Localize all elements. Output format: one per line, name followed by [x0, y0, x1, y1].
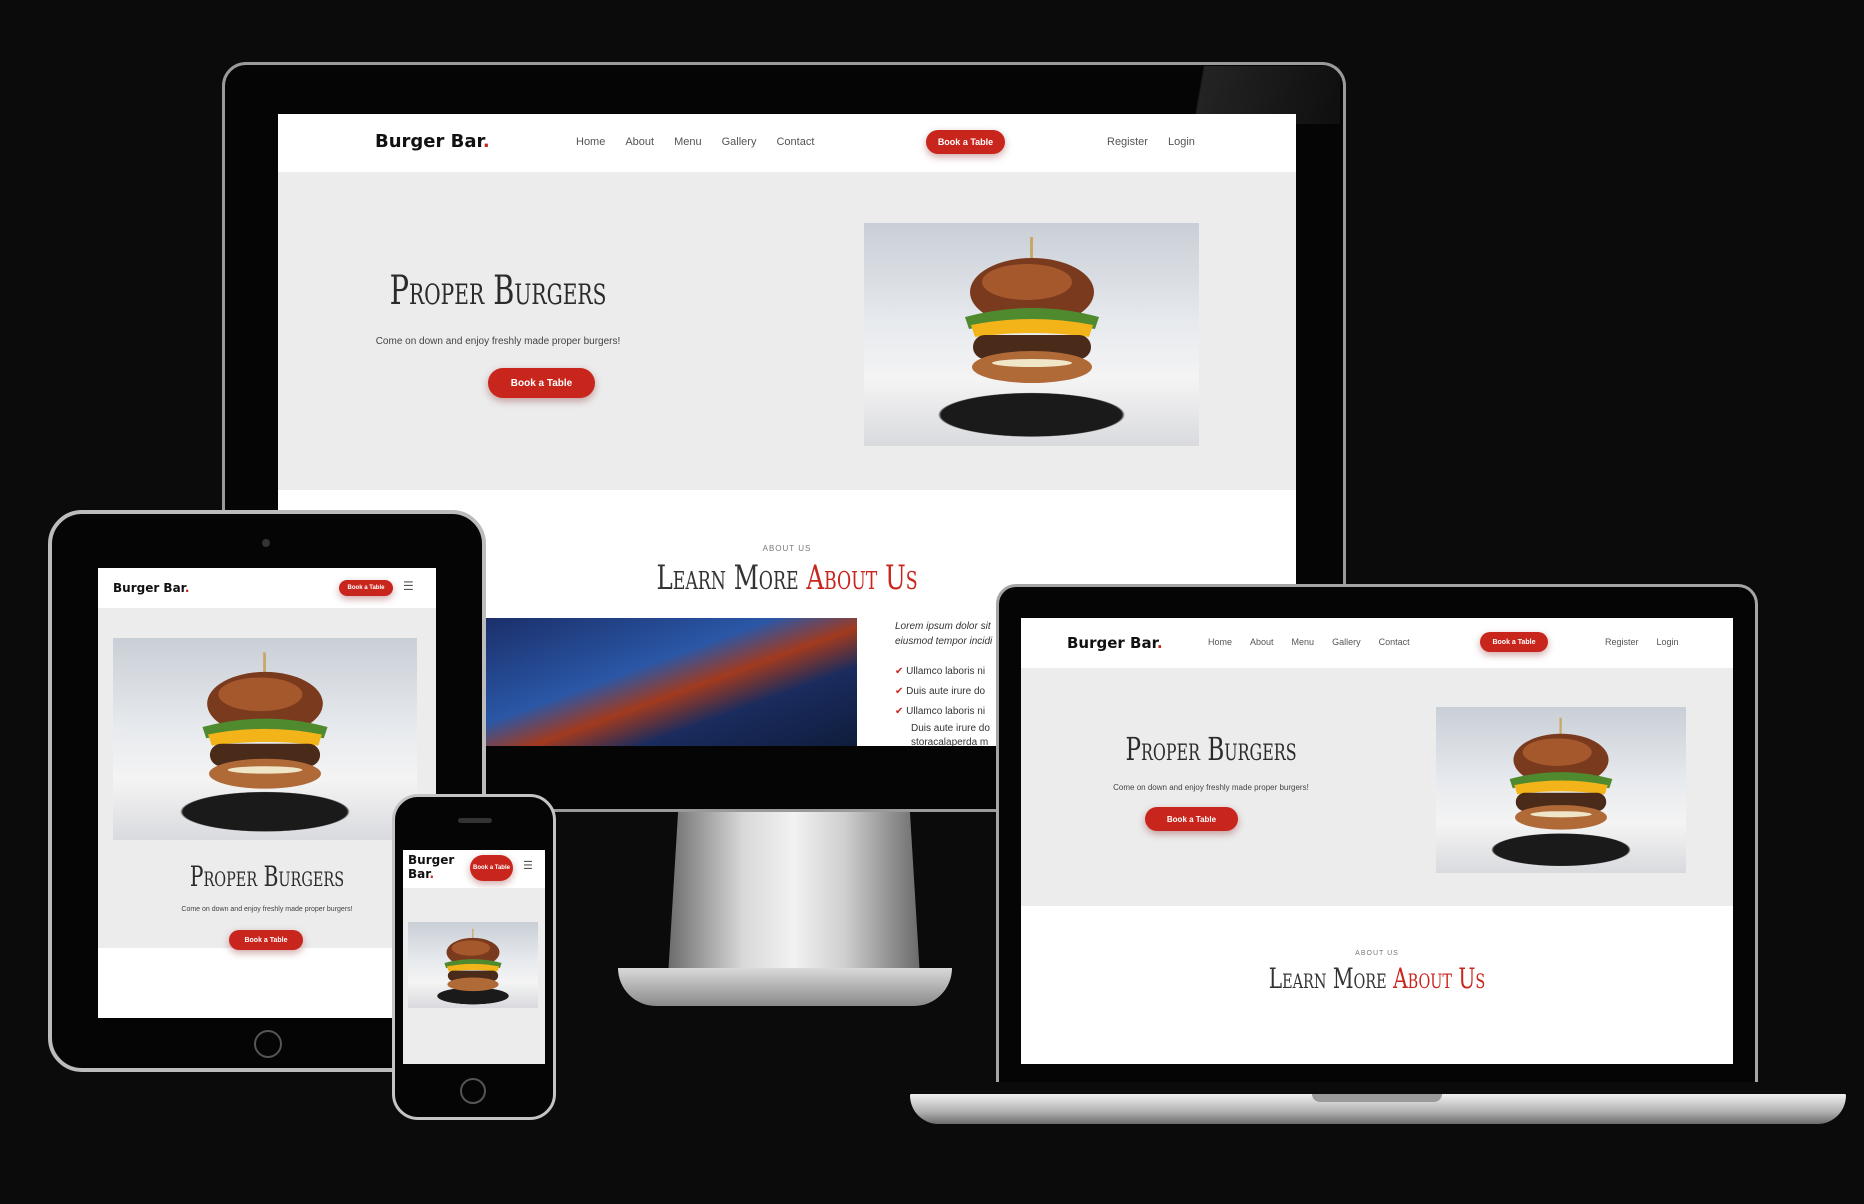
burger-icon [1509, 717, 1613, 830]
check-icon: ✔ [895, 706, 907, 717]
nav-menu[interactable]: Menu [1292, 637, 1315, 647]
brand-logo[interactable]: Burger Bar. [408, 853, 458, 881]
nav-links: Home About Menu Gallery Contact [1208, 637, 1410, 647]
nav-gallery[interactable]: Gallery [722, 136, 757, 148]
nav-home[interactable]: Home [1208, 637, 1232, 647]
navbar: Burger Bar. Book a Table ☰ [98, 568, 436, 608]
hero-book-button[interactable]: Book a Table [488, 368, 595, 398]
about-heading: Learn More About Us [656, 558, 918, 598]
monitor-stand-base [618, 968, 952, 1006]
nav-about[interactable]: About [1250, 637, 1274, 647]
hero-book-button[interactable]: Book a Table [229, 930, 303, 950]
hamburger-menu-icon[interactable]: ☰ [523, 859, 533, 872]
hero-title: Proper Burgers [189, 860, 345, 893]
laptop-notch [1312, 1094, 1442, 1102]
nav-menu[interactable]: Menu [674, 136, 702, 148]
about-heading: Learn More About Us [1268, 962, 1486, 995]
nav-home[interactable]: Home [576, 136, 605, 148]
nav-gallery[interactable]: Gallery [1332, 637, 1361, 647]
nav-book-button[interactable]: Book a Table [926, 130, 1005, 154]
nav-about[interactable]: About [625, 136, 654, 148]
navbar: Burger Bar. Book a Table ☰ [403, 850, 545, 888]
hero-section: Proper Burgers Come on down and enjoy fr… [98, 608, 436, 950]
nav-contact[interactable]: Contact [1379, 637, 1410, 647]
list-item: ✔ Ullamco laboris ni [895, 666, 986, 677]
hero-book-button[interactable]: Book a Table [1145, 807, 1238, 831]
hero-subtitle: Come on down and enjoy freshly made prop… [181, 906, 353, 913]
about-intro: Lorem ipsum dolor sit eiusmod tempor inc… [895, 621, 993, 647]
list-item-cont: Duis aute irure do storacalaperda m [911, 723, 990, 746]
nav-book-button[interactable]: Book a Table [339, 580, 393, 596]
monitor-stand-neck [668, 812, 920, 977]
hero-burger-image [1436, 707, 1686, 873]
register-link[interactable]: Register [1107, 136, 1148, 148]
nav-contact[interactable]: Contact [776, 136, 814, 148]
hero-section: Proper Burgers Come on down and enjoy fr… [1021, 668, 1733, 906]
tablet-screen: Burger Bar. Book a Table ☰ Proper Burger… [98, 568, 436, 1018]
check-icon: ✔ [895, 686, 907, 697]
tablet-camera [262, 539, 270, 547]
hero-section: Proper Burgers Come on down and enjoy fr… [278, 172, 1296, 490]
burger-icon [964, 237, 1099, 383]
about-image [486, 618, 857, 746]
list-item: ✔ Ullamco laboris ni [895, 706, 986, 717]
navbar: Burger Bar. Home About Menu Gallery Cont… [1021, 618, 1733, 668]
check-icon: ✔ [895, 666, 907, 677]
nav-book-button[interactable]: Book a Table [1480, 632, 1548, 652]
laptop-screen: Burger Bar. Home About Menu Gallery Cont… [1021, 618, 1733, 1064]
burger-icon [444, 928, 502, 992]
phone-screen: Burger Bar. Book a Table ☰ [403, 850, 545, 1064]
nav-book-button[interactable]: Book a Table [470, 855, 513, 881]
phone-speaker [458, 818, 492, 823]
brand-logo[interactable]: Burger Bar. [375, 131, 490, 152]
burger-icon [202, 652, 328, 789]
hero-burger-image [408, 922, 538, 1008]
about-list: ✔ Ullamco laboris ni ✔ Duis aute irure d… [895, 662, 990, 746]
brand-logo[interactable]: Burger Bar. [113, 581, 189, 595]
hero-subtitle: Come on down and enjoy freshly made prop… [375, 336, 621, 347]
navbar: Burger Bar. Home About Menu Gallery Cont… [278, 114, 1296, 172]
login-link[interactable]: Login [1168, 136, 1195, 148]
hero-section [403, 888, 545, 1064]
hero-burger-image [113, 638, 417, 840]
auth-links: Register Login [1107, 136, 1195, 148]
brand-logo[interactable]: Burger Bar. [1067, 634, 1163, 652]
hero-burger-image [864, 223, 1199, 446]
hero-title: Proper Burgers [1125, 730, 1297, 768]
nav-links: Home About Menu Gallery Contact [576, 136, 814, 148]
list-item: ✔ Duis aute irure do [895, 686, 986, 697]
hamburger-menu-icon[interactable]: ☰ [403, 579, 414, 593]
about-tag: ABOUT US [1355, 950, 1399, 957]
phone-home-button[interactable] [460, 1078, 486, 1104]
auth-links: Register Login [1605, 637, 1679, 647]
tablet-home-button[interactable] [254, 1030, 282, 1058]
register-link[interactable]: Register [1605, 637, 1639, 647]
login-link[interactable]: Login [1657, 637, 1679, 647]
hero-subtitle: Come on down and enjoy freshly made prop… [1113, 783, 1309, 792]
hero-title: Proper Burgers [389, 268, 607, 314]
